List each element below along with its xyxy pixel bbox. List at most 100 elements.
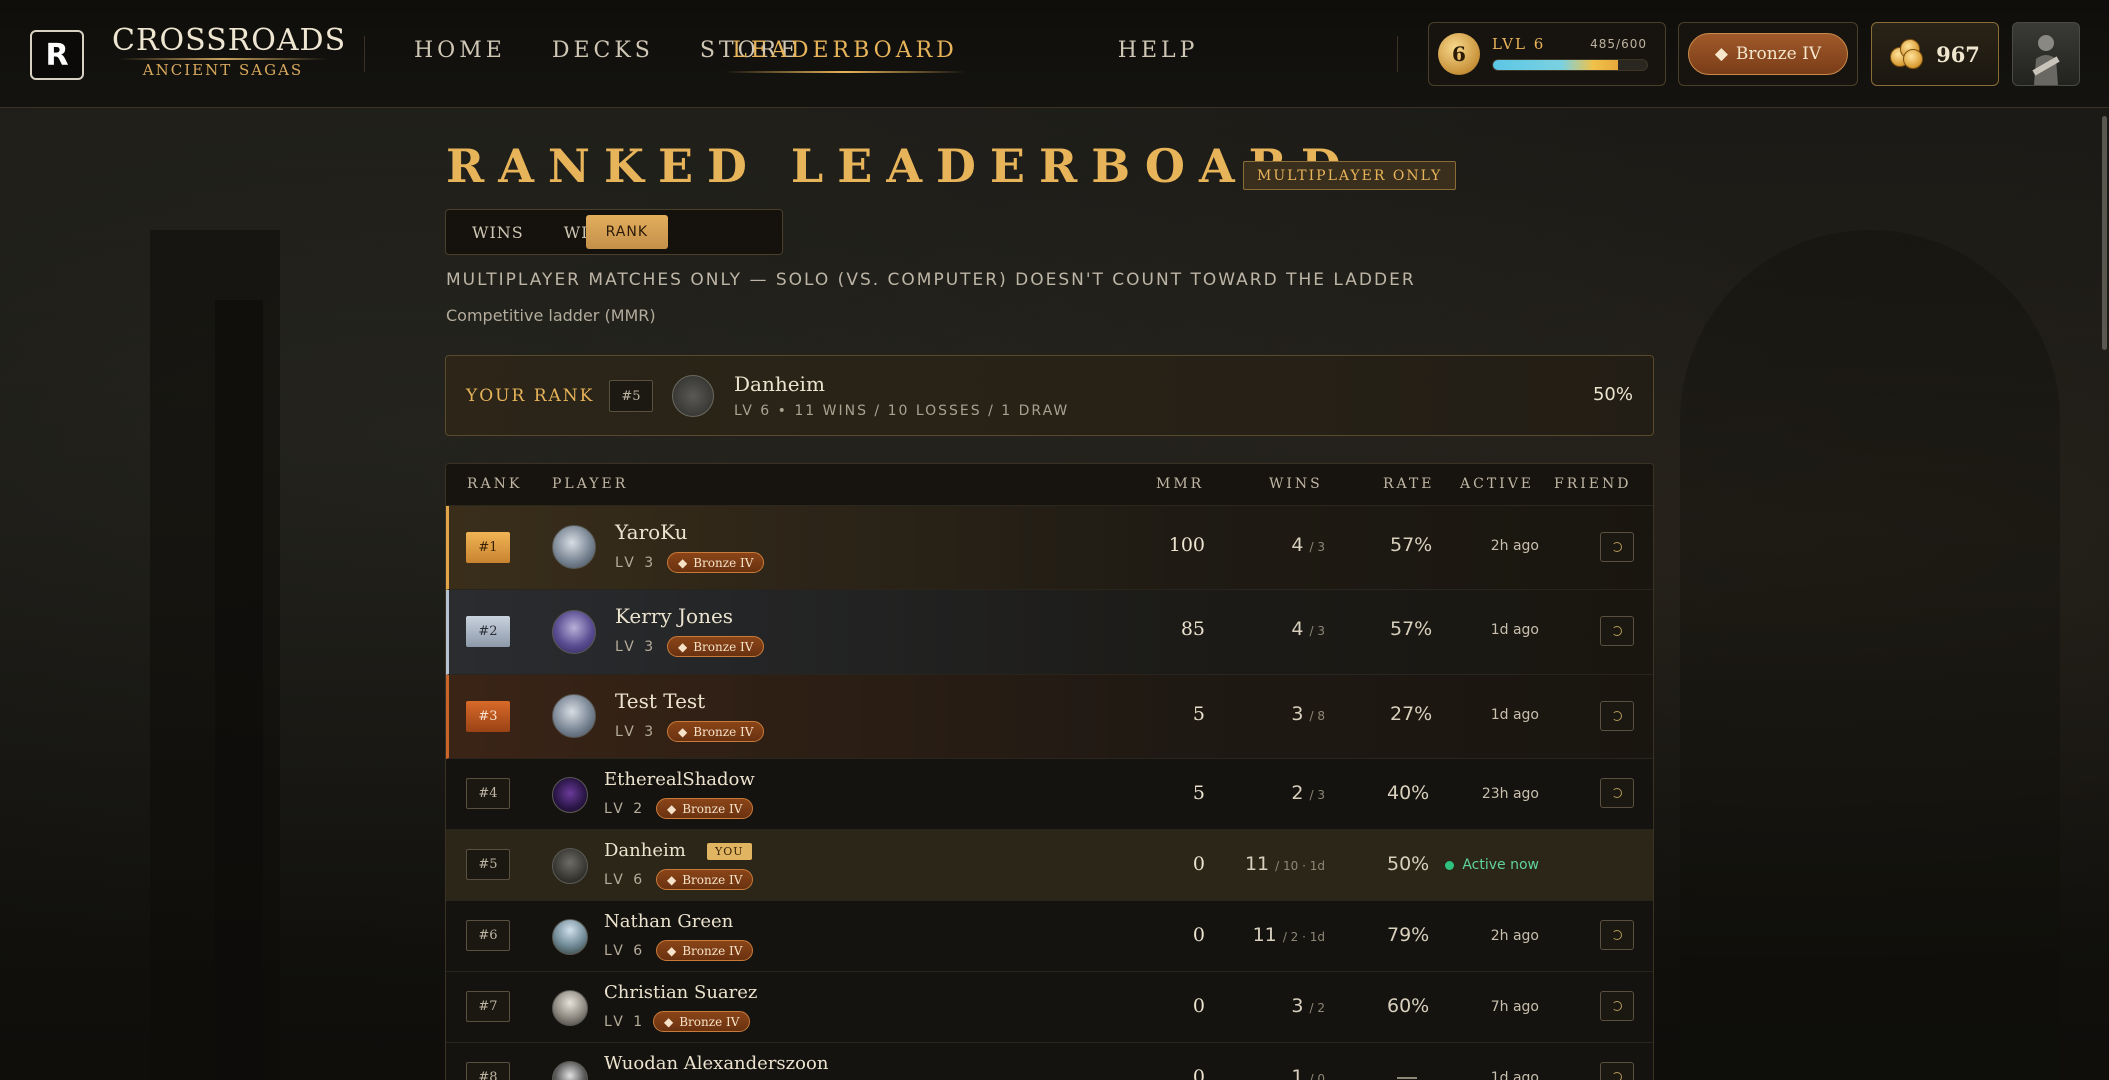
player-avatar[interactable] — [552, 919, 588, 955]
rank-badge: #8 — [466, 1062, 510, 1080]
level-panel[interactable]: 6 LVL 6 485/600 — [1428, 22, 1666, 86]
player-name[interactable]: Wuodan Alexanderszoon — [604, 1053, 828, 1074]
add-friend-button[interactable] — [1600, 532, 1634, 562]
wins-count: 3 — [1291, 703, 1304, 725]
player-avatar[interactable] — [552, 848, 588, 884]
brand-logo[interactable]: CROSSROADS ANCIENT SAGAS — [112, 24, 345, 80]
header-rate[interactable]: RATE — [1383, 476, 1434, 492]
wins-count: 4 — [1291, 618, 1304, 640]
table-row[interactable]: #8 Wuodan Alexanderszoon 0 1 / 0 1d ago — [446, 1043, 1653, 1080]
player-level: LV 3 — [615, 555, 657, 571]
player-name[interactable]: YaroKu — [615, 520, 688, 544]
add-friend-icon — [1612, 1001, 1622, 1011]
level-badge-icon: 6 — [1438, 33, 1480, 75]
rank-badge: #1 — [466, 532, 510, 563]
win-rate: 50% — [1387, 853, 1430, 875]
diamond-icon: ◆ — [678, 724, 688, 739]
your-rank-number: #5 — [609, 380, 653, 412]
add-friend-button[interactable] — [1600, 1062, 1634, 1080]
player-name[interactable]: Danheim — [604, 840, 686, 861]
table-row-you[interactable]: #5 Danheim YOU LV 6 ◆ Bronze IV 0 11 / 10… — [446, 830, 1653, 901]
last-active: 1d ago — [1490, 707, 1539, 723]
nav-decks[interactable]: DECKS — [552, 38, 654, 73]
player-level: LV 6 — [604, 943, 646, 959]
add-friend-button[interactable] — [1600, 701, 1634, 731]
app-logo-icon[interactable]: R — [30, 30, 84, 80]
page-scrollbar-thumb[interactable] — [2102, 116, 2107, 350]
last-active: 2h ago — [1490, 538, 1539, 554]
player-avatar[interactable] — [552, 610, 596, 654]
player-avatar[interactable] — [552, 525, 596, 569]
background-trunk — [215, 300, 263, 1080]
nav-help[interactable]: HELP — [1118, 38, 1199, 73]
player-name[interactable]: Test Test — [615, 689, 705, 713]
wins-count: 3 — [1291, 995, 1304, 1017]
gold-balance[interactable]: 967 — [1871, 22, 1999, 86]
player-avatar[interactable] — [552, 1061, 588, 1080]
add-friend-icon — [1612, 626, 1622, 636]
wins-value: 3 / 2 — [1291, 995, 1325, 1017]
tier-badge: ◆ Bronze IV — [656, 869, 754, 890]
rank-badge: #3 — [466, 701, 510, 732]
nav-leaderboard[interactable]: LEADERBOARD — [724, 38, 966, 73]
tier-badge: ◆ Bronze IV — [653, 1011, 751, 1032]
table-row[interactable]: #3 Test Test LV 3 ◆ Bronze IV 5 3 / 8 27%… — [446, 675, 1653, 759]
diamond-icon: ◆ — [667, 872, 677, 887]
diamond-icon: ◆ — [678, 639, 688, 654]
player-name[interactable]: EtherealShadow — [604, 769, 755, 790]
add-friend-button[interactable] — [1600, 616, 1634, 646]
losses-count: / 3 — [1309, 624, 1326, 638]
tier-label: Bronze IV — [693, 639, 754, 654]
add-friend-button[interactable] — [1600, 991, 1634, 1021]
ladder-note: MULTIPLAYER MATCHES ONLY — SOLO (VS. COM… — [446, 270, 1416, 290]
losses-count: / 2 — [1309, 1001, 1326, 1015]
win-rate: 57% — [1390, 534, 1433, 556]
rank-tier-button[interactable]: ◆ Bronze IV — [1688, 33, 1848, 75]
player-avatar[interactable] — [552, 777, 588, 813]
tab-rank[interactable]: RANK — [585, 215, 668, 249]
add-friend-icon — [1612, 711, 1622, 721]
last-active: 2h ago — [1490, 928, 1539, 944]
player-level: LV 2 — [604, 801, 646, 817]
player-avatar[interactable] — [552, 990, 588, 1026]
wins-value: 2 / 3 — [1291, 782, 1325, 804]
online-dot-icon — [1445, 860, 1455, 870]
table-row[interactable]: #2 Kerry Jones LV 3 ◆ Bronze IV 85 4 / 3 … — [446, 590, 1653, 675]
add-friend-button[interactable] — [1600, 920, 1634, 950]
losses-count: / 8 — [1309, 709, 1326, 723]
player-name[interactable]: Kerry Jones — [615, 604, 733, 628]
player-level: LV 1 — [604, 1014, 646, 1030]
player-level: LV 6 — [604, 872, 646, 888]
table-row[interactable]: #7 Christian Suarez LV 1 ◆ Bronze IV 0 3 … — [446, 972, 1653, 1043]
tier-label: Bronze IV — [693, 555, 754, 570]
player-avatar[interactable] — [552, 694, 596, 738]
last-active: 1d ago — [1490, 1070, 1539, 1080]
header-wins[interactable]: WINS — [1269, 476, 1323, 492]
header-mmr[interactable]: MMR — [1156, 476, 1204, 492]
player-name[interactable]: Nathan Green — [604, 911, 733, 932]
top-nav-bar: R CROSSROADS ANCIENT SAGAS HOME DECKS ST… — [0, 0, 2109, 108]
profile-avatar[interactable] — [2012, 22, 2080, 86]
leaderboard-table: RANK PLAYER MMR WINS RATE ACTIVE FRIEND … — [445, 463, 1654, 1080]
rank-badge: #7 — [466, 991, 510, 1022]
tier-label: Bronze IV — [682, 943, 743, 958]
rank-tier-label: Bronze IV — [1735, 44, 1822, 64]
tier-badge: ◆ Bronze IV — [667, 552, 765, 573]
win-rate: 79% — [1387, 924, 1430, 946]
player-name[interactable]: Christian Suarez — [604, 982, 757, 1003]
table-row[interactable]: #6 Nathan Green LV 6 ◆ Bronze IV 0 11 / 2… — [446, 901, 1653, 972]
your-avatar — [672, 375, 714, 417]
table-row[interactable]: #4 EtherealShadow LV 2 ◆ Bronze IV 5 2 / … — [446, 759, 1653, 830]
tab-wins[interactable]: WINS — [452, 215, 544, 249]
win-rate: 40% — [1387, 782, 1430, 804]
add-friend-button[interactable] — [1600, 778, 1634, 808]
tier-badge: ◆ Bronze IV — [656, 940, 754, 961]
table-row[interactable]: #1 YaroKu LV 3 ◆ Bronze IV 100 4 / 3 57% … — [446, 506, 1653, 590]
tier-label: Bronze IV — [679, 1014, 740, 1029]
add-friend-icon — [1612, 788, 1622, 798]
nav-home[interactable]: HOME — [414, 38, 506, 73]
header-player: PLAYER — [552, 476, 629, 492]
header-rank[interactable]: RANK — [467, 476, 522, 492]
rank-badge: #2 — [466, 616, 510, 647]
status-divider — [1397, 36, 1398, 72]
